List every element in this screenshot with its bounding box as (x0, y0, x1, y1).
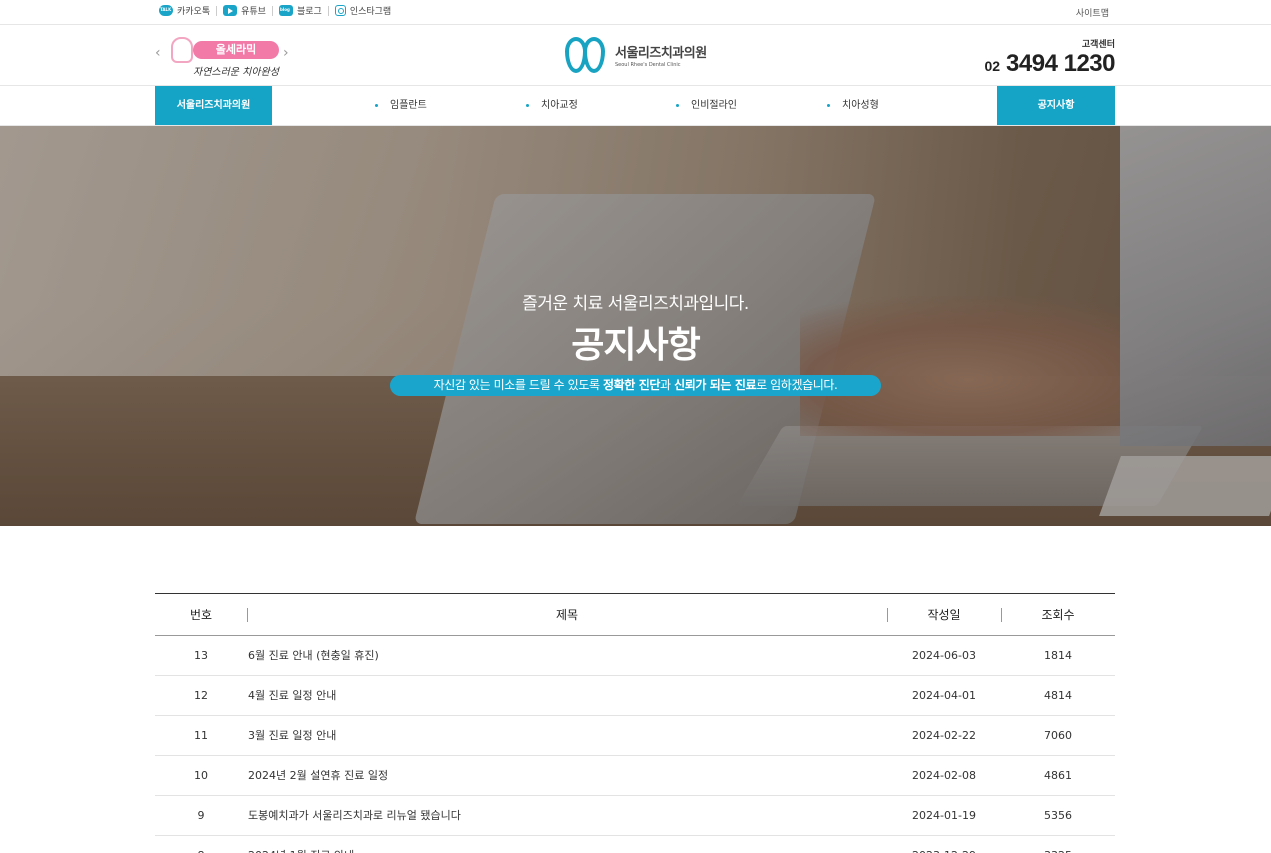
tooth-icon (171, 37, 193, 63)
youtube-icon (223, 5, 238, 16)
kakaotalk-link[interactable]: 카카오톡 (159, 4, 210, 17)
column-header-date: 작성일 (887, 594, 1001, 636)
bullet-icon (676, 103, 679, 107)
kakaotalk-label: 카카오톡 (177, 7, 211, 17)
row-views: 4861 (1044, 769, 1072, 782)
kakaotalk-icon (159, 5, 173, 16)
blog-icon (278, 5, 293, 16)
site-logo[interactable]: 서울리즈치과의원 Seoul Rhee's Dental Clinic (565, 35, 707, 75)
row-views: 4814 (1044, 689, 1072, 702)
nav-item-label: 임플란트 (390, 100, 427, 111)
instagram-label: 인스타그램 (349, 7, 392, 17)
row-number: 13 (194, 649, 208, 662)
table-row[interactable]: 82024년 1월 진료 안내2023-12-293325 (155, 836, 1115, 853)
row-date: 2024-01-19 (912, 809, 976, 822)
nav-item-implant[interactable]: 임플란트 (375, 86, 427, 125)
phone-main-number: 3494 1230 (1006, 50, 1115, 77)
youtube-link[interactable]: 유튜브 (223, 4, 266, 17)
phone-number[interactable]: 02 3494 1230 (984, 52, 1115, 76)
sitemap-link[interactable]: 사이트맵 (1076, 6, 1109, 19)
row-date: 2024-02-22 (912, 729, 976, 742)
nav-item-label: 치아교정 (541, 100, 578, 111)
main-navigation: 서울리즈치과의원 임플란트 치아교정 인비절라인 치아성형 공지사항 (0, 86, 1271, 126)
row-title-link[interactable]: 3월 진료 일정 안내 (248, 716, 885, 755)
row-views: 7060 (1044, 729, 1072, 742)
logo-name-en: Seoul Rhee's Dental Clinic (615, 62, 681, 68)
row-date: 2024-06-03 (912, 649, 976, 662)
row-date: 2023-12-29 (887, 836, 1001, 853)
logo-name-ko: 서울리즈치과의원 (615, 46, 707, 61)
chevron-left-icon[interactable]: ‹ (155, 45, 161, 61)
divider (271, 5, 273, 16)
tagline-text: 과 (660, 378, 675, 392)
top-utility-bar: 카카오톡 유튜브 블로그 인스타그램 사이트맵 (0, 0, 1271, 25)
nav-item-cosmetic[interactable]: 치아성형 (827, 86, 879, 125)
row-number: 9 (197, 809, 205, 822)
blog-link[interactable]: 블로그 (278, 4, 322, 17)
customer-center-label: 고객센터 (1081, 40, 1115, 50)
hero-tagline: 자신감 있는 미소를 드릴 수 있도록 정확한 진단과 신뢰가 되는 진료로 임… (390, 375, 881, 396)
divider (216, 5, 218, 16)
youtube-label: 유튜브 (241, 7, 266, 17)
promo-banner[interactable]: ‹ 올세라믹 자연스러운 치아완성 › (155, 35, 295, 79)
row-number: 8 (155, 836, 247, 853)
nav-item-orthodontics[interactable]: 치아교정 (526, 86, 578, 125)
row-title-link[interactable]: 2024년 2월 설연휴 진료 일정 (248, 756, 885, 795)
bullet-icon (827, 103, 830, 107)
row-views: 1814 (1044, 649, 1072, 662)
column-header-number: 번호 (189, 608, 213, 622)
row-views: 5356 (1044, 809, 1072, 822)
promo-badge: 올세라믹 (193, 41, 279, 59)
nav-home-button[interactable]: 서울리즈치과의원 (155, 86, 272, 125)
nav-item-label: 인비절라인 (691, 100, 737, 111)
row-number: 11 (194, 729, 208, 742)
table-row[interactable]: 13 6월 진료 안내 (현충일 휴진) 2024-06-03 1814 (155, 636, 1115, 676)
table-row[interactable]: 9 도봉예치과가 서울리즈치과로 리뉴얼 됐습니다 2024-01-19 5356 (155, 796, 1115, 836)
row-number: 12 (194, 689, 208, 702)
table-row[interactable]: 10 2024년 2월 설연휴 진료 일정 2024-02-08 4861 (155, 756, 1115, 796)
table-row[interactable]: 11 3월 진료 일정 안내 2024-02-22 7060 (155, 716, 1115, 756)
tagline-text: 로 임하겠습니다. (756, 378, 838, 392)
row-title-link[interactable]: 6월 진료 안내 (현충일 휴진) (248, 636, 885, 675)
customer-center: 고객센터 02 3494 1230 (984, 37, 1115, 76)
promo-script-text: 자연스러운 치아완성 (193, 67, 279, 78)
row-date: 2024-02-08 (912, 769, 976, 782)
instagram-icon (334, 5, 346, 16)
hero-title: 공지사항 (571, 325, 700, 366)
table-row[interactable]: 12 4월 진료 일정 안내 2024-04-01 4814 (155, 676, 1115, 716)
nav-item-invisalign[interactable]: 인비절라인 (676, 86, 737, 125)
site-header: ‹ 올세라믹 자연스러운 치아완성 › 서울리즈치과의원 Seoul Rhee'… (0, 25, 1271, 86)
tagline-bold: 정확한 진단 (603, 378, 660, 392)
row-title-link[interactable]: 4월 진료 일정 안내 (248, 676, 885, 715)
column-header-views: 조회수 (1001, 594, 1115, 636)
blog-label: 블로그 (296, 7, 322, 17)
column-header-title: 제목 (247, 594, 887, 636)
bullet-icon (375, 103, 378, 107)
tagline-bold: 신뢰가 되는 진료 (674, 378, 757, 392)
tagline-text: 자신감 있는 미소를 드릴 수 있도록 (433, 378, 604, 392)
bullet-icon (526, 103, 529, 107)
row-title-link[interactable]: 2024년 1월 진료 안내 (248, 836, 885, 853)
notice-board-table: 번호 제목 작성일 조회수 13 6월 진료 안내 (현충일 휴진) 2024-06… (155, 593, 1115, 853)
tooth-logo-icon (565, 35, 607, 75)
table-header: 번호 제목 작성일 조회수 (155, 593, 1115, 636)
divider (327, 5, 329, 16)
hero-banner: 즐거운 치료 서울리즈치과입니다. 공지사항 자신감 있는 미소를 드릴 수 있… (0, 126, 1271, 526)
phone-area-code: 02 (984, 58, 1001, 74)
row-views: 3325 (1001, 836, 1115, 853)
nav-notice-button[interactable]: 공지사항 (997, 86, 1115, 125)
chevron-right-icon[interactable]: › (283, 45, 289, 61)
row-title-link[interactable]: 도봉예치과가 서울리즈치과로 리뉴얼 됐습니다 (248, 796, 885, 835)
row-number: 10 (194, 769, 208, 782)
social-links: 카카오톡 유튜브 블로그 인스타그램 (159, 4, 391, 17)
instagram-link[interactable]: 인스타그램 (334, 4, 392, 17)
nav-item-label: 치아성형 (842, 100, 879, 111)
hero-subtitle: 즐거운 치료 서울리즈치과입니다. (522, 294, 749, 314)
row-date: 2024-04-01 (912, 689, 976, 702)
